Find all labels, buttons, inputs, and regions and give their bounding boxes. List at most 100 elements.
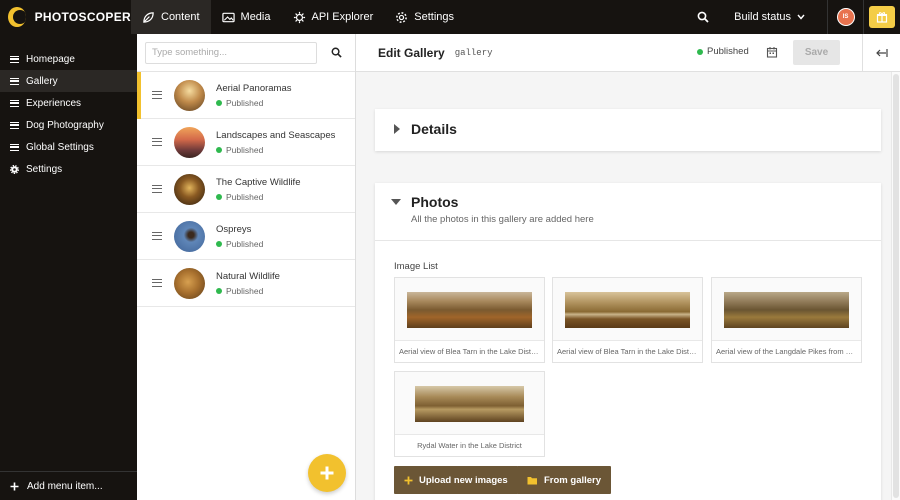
list-item-title: The Captive Wildlife bbox=[216, 176, 301, 188]
whats-new-button[interactable] bbox=[864, 0, 900, 34]
thumbnail bbox=[174, 220, 205, 252]
caret-down-icon[interactable] bbox=[391, 199, 401, 205]
photos-section: Photos All the photos in this gallery ar… bbox=[375, 183, 881, 500]
sidebar-item-settings[interactable]: Settings bbox=[0, 158, 137, 180]
sidebar-item-label: Global Settings bbox=[26, 141, 94, 153]
image-preview bbox=[415, 386, 524, 422]
avatar: IS bbox=[836, 8, 855, 26]
drag-handle-icon[interactable] bbox=[152, 185, 162, 193]
from-gallery-button[interactable]: From gallery bbox=[517, 466, 612, 494]
add-menu-item-label: Add menu item... bbox=[27, 480, 103, 492]
published-dot-icon bbox=[216, 99, 222, 106]
sidebar-item-label: Dog Photography bbox=[26, 119, 104, 131]
menu-lines-icon bbox=[10, 55, 19, 63]
list-item[interactable]: Ospreys Published bbox=[137, 213, 355, 260]
sidebar-item-global-settings[interactable]: Global Settings bbox=[0, 136, 137, 158]
collapse-left-icon bbox=[875, 49, 888, 57]
list-item[interactable]: Aerial Panoramas Published bbox=[137, 72, 355, 119]
list-search-row bbox=[137, 34, 355, 72]
image-tile[interactable]: Aerial view of Blea Tarn in the Lake Dis… bbox=[394, 277, 545, 363]
section-title: Photos bbox=[411, 194, 459, 210]
details-section[interactable]: Details bbox=[375, 109, 881, 151]
leaf-icon bbox=[143, 11, 154, 23]
calendar-icon[interactable] bbox=[766, 46, 778, 58]
sidebar: Homepage Gallery Experiences Dog Photogr… bbox=[0, 34, 137, 500]
sidebar-item-homepage[interactable]: Homepage bbox=[0, 48, 137, 70]
drag-handle-icon[interactable] bbox=[152, 279, 162, 287]
list-item-title: Natural Wildlife bbox=[216, 270, 280, 282]
editor-scrollbar[interactable] bbox=[891, 72, 900, 500]
tab-media-label: Media bbox=[240, 11, 271, 23]
add-menu-item-button[interactable]: Add menu item... bbox=[0, 471, 137, 500]
list-item-title: Landscapes and Seascapes bbox=[216, 129, 336, 141]
plus-icon bbox=[10, 482, 19, 490]
list-item-title: Ospreys bbox=[216, 223, 252, 235]
divider bbox=[375, 240, 881, 241]
sidebar-item-label: Experiences bbox=[26, 97, 82, 109]
tab-media[interactable]: Media bbox=[211, 0, 282, 34]
global-search-button[interactable] bbox=[686, 0, 720, 34]
status-badge: Published bbox=[697, 46, 749, 57]
search-icon bbox=[697, 11, 709, 23]
menu-lines-icon bbox=[10, 143, 19, 151]
list-search-button[interactable] bbox=[325, 42, 347, 64]
image-preview bbox=[565, 292, 690, 328]
list-item[interactable]: Landscapes and Seascapes Published bbox=[137, 119, 355, 166]
add-entry-button[interactable] bbox=[308, 454, 346, 492]
status-text: Published bbox=[226, 285, 264, 296]
thumbnail bbox=[174, 173, 205, 205]
image-caption: Aerial view of the Langdale Pikes from a… bbox=[712, 340, 861, 362]
sidebar-item-experiences[interactable]: Experiences bbox=[0, 92, 137, 114]
page-title: Edit Gallery bbox=[378, 45, 445, 60]
status-text: Published bbox=[226, 97, 264, 108]
published-dot-icon bbox=[216, 193, 222, 200]
image-icon bbox=[221, 12, 235, 22]
puzzle-icon bbox=[293, 11, 305, 23]
menu-lines-icon bbox=[10, 77, 19, 85]
tab-api-explorer-label: API Explorer bbox=[311, 11, 374, 23]
status-text: Published bbox=[226, 238, 264, 249]
status-text: Published bbox=[226, 144, 264, 155]
section-subtitle: All the photos in this gallery are added… bbox=[411, 214, 594, 225]
gift-icon bbox=[869, 6, 895, 28]
user-menu[interactable]: IS bbox=[828, 0, 864, 34]
thumbnail bbox=[174, 79, 205, 111]
tab-settings[interactable]: Settings bbox=[384, 0, 465, 34]
tab-api-explorer[interactable]: API Explorer bbox=[282, 0, 385, 34]
drag-handle-icon[interactable] bbox=[152, 232, 162, 240]
sidebar-item-dog-photography[interactable]: Dog Photography bbox=[0, 114, 137, 136]
image-tile[interactable]: Rydal Water in the Lake District bbox=[394, 371, 545, 457]
image-tile[interactable]: Aerial view of Blea Tarn in the Lake Dis… bbox=[552, 277, 703, 363]
list-item[interactable]: Natural Wildlife Published bbox=[137, 260, 355, 307]
gear-icon bbox=[10, 164, 19, 174]
image-caption: Aerial view of Blea Tarn in the Lake Dis… bbox=[395, 340, 544, 362]
build-status-dropdown[interactable]: Build status bbox=[720, 0, 828, 34]
caret-right-icon[interactable] bbox=[394, 124, 400, 134]
drag-handle-icon[interactable] bbox=[152, 91, 162, 99]
brand[interactable]: PHOTOSCOPER bbox=[0, 0, 131, 34]
top-right-controls: Build status IS bbox=[686, 0, 900, 34]
image-tile[interactable]: Aerial view of the Langdale Pikes from a… bbox=[711, 277, 862, 363]
published-dot-icon bbox=[216, 146, 222, 153]
image-caption: Aerial view of Blea Tarn in the Lake Dis… bbox=[553, 340, 702, 362]
tab-content[interactable]: Content bbox=[131, 0, 211, 34]
save-button[interactable]: Save bbox=[793, 40, 840, 65]
status-text: Published bbox=[707, 46, 749, 57]
collapse-panel-button[interactable] bbox=[862, 34, 900, 72]
search-input[interactable] bbox=[145, 41, 318, 64]
upload-images-button[interactable]: Upload new images bbox=[394, 466, 518, 494]
status-badge: Published bbox=[216, 98, 292, 108]
thumbnail bbox=[174, 126, 205, 158]
photoscoper-logo-icon bbox=[8, 7, 26, 27]
section-title: Details bbox=[411, 121, 457, 137]
list-item[interactable]: The Captive Wildlife Published bbox=[137, 166, 355, 213]
editor-header: Edit Gallery gallery Published Save bbox=[356, 34, 900, 72]
sidebar-item-gallery[interactable]: Gallery bbox=[0, 70, 137, 92]
search-icon bbox=[331, 47, 342, 58]
drag-handle-icon[interactable] bbox=[152, 138, 162, 146]
folder-open-icon bbox=[527, 476, 537, 484]
plus-icon bbox=[404, 476, 413, 484]
scrollbar-thumb[interactable] bbox=[893, 74, 899, 498]
from-gallery-label: From gallery bbox=[544, 474, 602, 486]
status-badge: Published bbox=[216, 286, 280, 296]
